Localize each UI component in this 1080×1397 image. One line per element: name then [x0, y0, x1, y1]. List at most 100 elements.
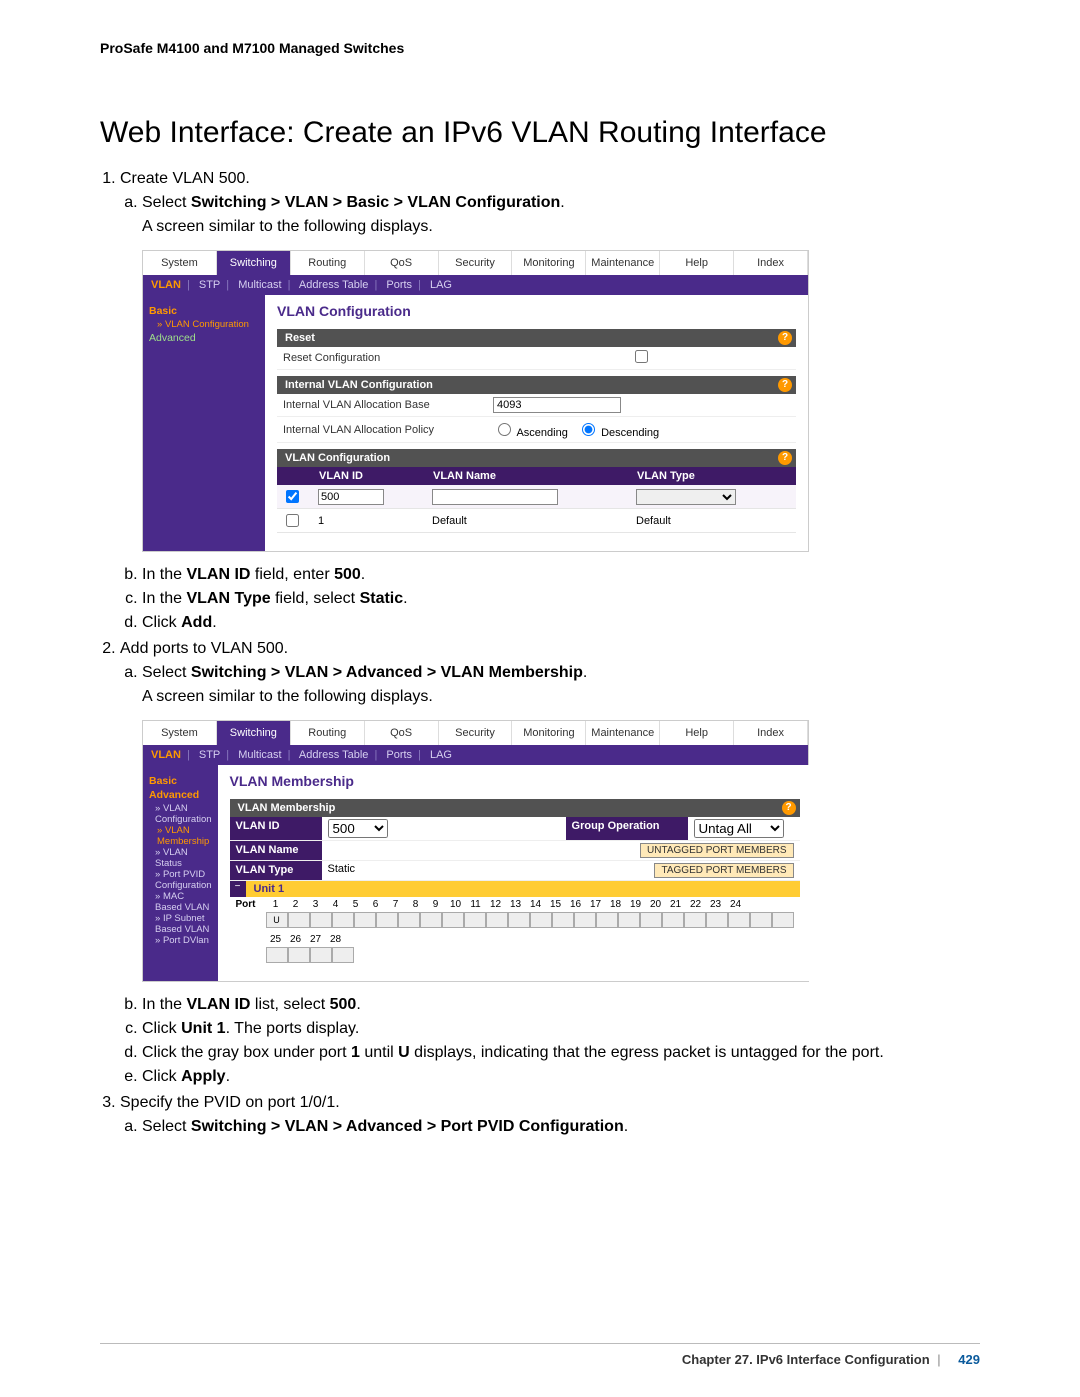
tab-monitoring[interactable]: Monitoring — [512, 251, 586, 275]
sidebar-advanced[interactable]: Advanced — [149, 332, 259, 344]
policy-ascending[interactable]: Ascending — [493, 427, 568, 439]
subtab-addresstable[interactable]: Address Table — [299, 749, 369, 761]
subtab-ports[interactable]: Ports — [386, 749, 412, 761]
sidebar-vlan-membership[interactable]: » VLAN Membership — [157, 825, 212, 847]
tab-security[interactable]: Security — [439, 251, 513, 275]
port-cell-7[interactable] — [398, 912, 420, 928]
tagged-members-button[interactable]: TAGGED PORT MEMBERS — [654, 863, 793, 878]
sidebar-basic[interactable]: Basic — [149, 305, 259, 317]
unit-collapse-icon[interactable]: − — [230, 881, 246, 897]
subtab-multicast[interactable]: Multicast — [238, 749, 281, 761]
port-cell-6[interactable] — [376, 912, 398, 928]
table-row-new — [277, 485, 796, 509]
port-cell-9[interactable] — [442, 912, 464, 928]
tab-security[interactable]: Security — [439, 721, 513, 745]
port-cell-27[interactable] — [310, 947, 332, 963]
port-cell-23[interactable] — [750, 912, 772, 928]
tab-routing[interactable]: Routing — [291, 251, 365, 275]
tab-help[interactable]: Help — [660, 721, 734, 745]
row-checkbox[interactable] — [286, 514, 299, 527]
doc-header: ProSafe M4100 and M7100 Managed Switches — [100, 40, 980, 56]
subtab-multicast[interactable]: Multicast — [238, 279, 281, 291]
port-cell-22[interactable] — [728, 912, 750, 928]
sidebar-vlan-config[interactable]: » VLAN Configuration — [157, 319, 259, 330]
sidebar-basic[interactable]: Basic — [149, 775, 212, 787]
port-cell-2[interactable] — [288, 912, 310, 928]
port-cell-11[interactable] — [486, 912, 508, 928]
subtab-lag[interactable]: LAG — [430, 749, 452, 761]
tab-qos[interactable]: QoS — [365, 721, 439, 745]
port-cell-17[interactable] — [618, 912, 640, 928]
footer-page: 429 — [958, 1352, 980, 1367]
tab-system[interactable]: System — [143, 251, 217, 275]
port-cell-4[interactable] — [332, 912, 354, 928]
content-title: VLAN Membership — [230, 773, 800, 789]
subtab-stp[interactable]: STP — [199, 749, 220, 761]
port-cell-18[interactable] — [640, 912, 662, 928]
help-icon[interactable]: ? — [778, 331, 792, 345]
port-cell-25[interactable] — [266, 947, 288, 963]
help-icon[interactable]: ? — [778, 451, 792, 465]
reset-checkbox[interactable] — [635, 350, 648, 363]
port-state-row: U — [230, 912, 800, 932]
port-cell-12[interactable] — [508, 912, 530, 928]
tab-qos[interactable]: QoS — [365, 251, 439, 275]
port-cell-15[interactable] — [574, 912, 596, 928]
port-cell-5[interactable] — [354, 912, 376, 928]
vlan-id-input[interactable] — [318, 489, 384, 505]
row-checkbox[interactable] — [286, 490, 299, 503]
tab-system[interactable]: System — [143, 721, 217, 745]
vlan-type-select[interactable] — [636, 489, 736, 505]
port-cell-10[interactable] — [464, 912, 486, 928]
tab-switching[interactable]: Switching — [217, 721, 291, 745]
sidebar-ip-subnet-vlan[interactable]: » IP Subnet Based VLAN — [155, 913, 212, 935]
port-cell-20[interactable] — [684, 912, 706, 928]
help-icon[interactable]: ? — [782, 801, 796, 815]
port-cell-21[interactable] — [706, 912, 728, 928]
tab-index[interactable]: Index — [734, 721, 808, 745]
subtab-stp[interactable]: STP — [199, 279, 220, 291]
tab-maintenance[interactable]: Maintenance — [586, 251, 660, 275]
step-3: Specify the PVID on port 1/0/1. Select S… — [120, 1094, 980, 1136]
tab-index[interactable]: Index — [734, 251, 808, 275]
port-cell-1[interactable]: U — [266, 912, 288, 928]
vlan-id-select[interactable]: 500 — [328, 819, 388, 838]
tab-maintenance[interactable]: Maintenance — [586, 721, 660, 745]
sidebar-vlan-conf[interactable]: » VLAN Configuration — [155, 803, 212, 825]
port-cell-28[interactable] — [332, 947, 354, 963]
subtab-vlan[interactable]: VLAN — [151, 749, 181, 761]
port-cell-3[interactable] — [310, 912, 332, 928]
port-cell-13[interactable] — [530, 912, 552, 928]
unit-1-label[interactable]: Unit 1 — [246, 881, 293, 897]
vlan-name-input[interactable] — [432, 489, 558, 505]
group-op-select[interactable]: Untag All — [694, 819, 784, 838]
port-cell-19[interactable] — [662, 912, 684, 928]
content: VLAN Configuration Reset ? Reset Configu… — [265, 295, 808, 551]
port-cell-26[interactable] — [288, 947, 310, 963]
sidebar: Basic » VLAN Configuration Advanced — [143, 295, 265, 551]
port-cell-8[interactable] — [420, 912, 442, 928]
sidebar-mac-vlan[interactable]: » MAC Based VLAN — [155, 891, 212, 913]
tab-help[interactable]: Help — [660, 251, 734, 275]
internal-base-input[interactable] — [493, 397, 621, 413]
policy-descending[interactable]: Descending — [577, 427, 659, 439]
tab-monitoring[interactable]: Monitoring — [512, 721, 586, 745]
subtab-ports[interactable]: Ports — [386, 279, 412, 291]
port-cell-16[interactable] — [596, 912, 618, 928]
tab-switching[interactable]: Switching — [217, 251, 291, 275]
port-cell-14[interactable] — [552, 912, 574, 928]
reset-row: Reset Configuration — [277, 347, 796, 370]
sidebar-advanced[interactable]: Advanced — [149, 789, 212, 801]
step-1: Create VLAN 500. Select Switching > VLAN… — [120, 170, 980, 632]
sidebar-port-pvid[interactable]: » Port PVID Configuration — [155, 869, 212, 891]
port-cell-24[interactable] — [772, 912, 794, 928]
tab-routing[interactable]: Routing — [291, 721, 365, 745]
sidebar-vlan-status[interactable]: » VLAN Status — [155, 847, 212, 869]
step-2c: Click Unit 1. The ports display. — [142, 1020, 980, 1038]
subtab-vlan[interactable]: VLAN — [151, 279, 181, 291]
help-icon[interactable]: ? — [778, 378, 792, 392]
sidebar-port-dvlan[interactable]: » Port DVlan — [155, 935, 212, 946]
subtab-lag[interactable]: LAG — [430, 279, 452, 291]
untagged-members-button[interactable]: UNTAGGED PORT MEMBERS — [640, 843, 793, 858]
subtab-addresstable[interactable]: Address Table — [299, 279, 369, 291]
